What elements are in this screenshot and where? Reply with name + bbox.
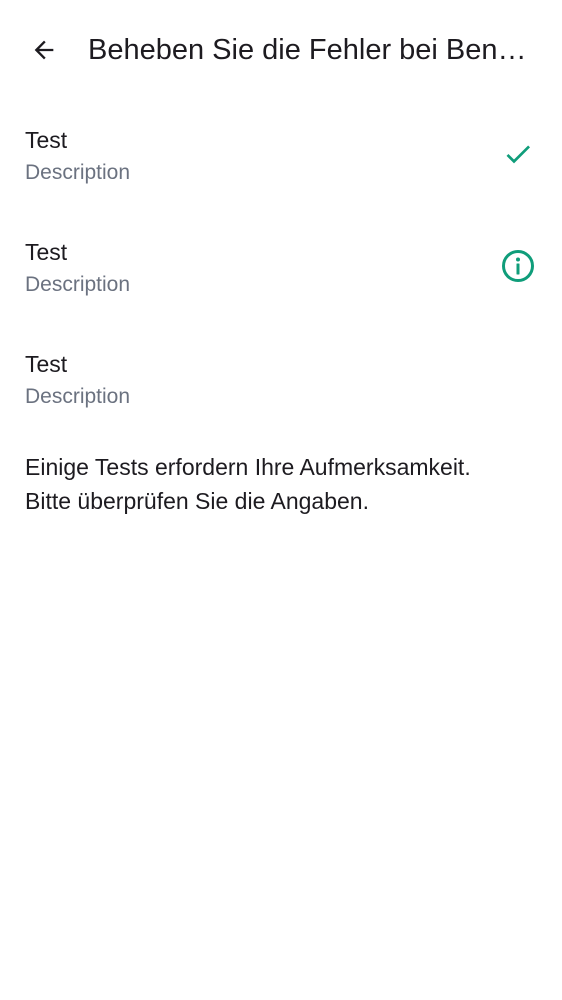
test-status-attention: [500, 248, 536, 284]
test-item-title: Test: [25, 127, 68, 153]
attention-message-line: Bitte überprüfen Sie die Angaben.: [25, 488, 369, 514]
test-item-description: Description: [25, 273, 131, 296]
test-item-title: Test: [25, 351, 68, 377]
arrow-back-icon: [34, 40, 54, 60]
info-icon: [502, 250, 534, 282]
test-item-title: Test: [25, 239, 68, 265]
test-item[interactable]: Test Description: [0, 324, 562, 436]
test-list: Test Description Test Description Test D…: [0, 100, 562, 436]
test-item[interactable]: Test Description: [0, 100, 562, 212]
test-item-description: Description: [25, 161, 131, 184]
attention-message: Einige Tests erfordern Ihre Aufmerksamke…: [25, 450, 545, 518]
top-app-bar: Beheben Sie die Fehler bei Ben…: [0, 0, 562, 100]
test-item-description: Description: [25, 385, 131, 408]
check-icon: [506, 145, 530, 164]
attention-message-line: Einige Tests erfordern Ihre Aufmerksamke…: [25, 454, 471, 480]
test-status-passed: [500, 136, 536, 172]
page-title: Beheben Sie die Fehler bei Ben…: [88, 34, 527, 66]
test-item[interactable]: Test Description: [0, 212, 562, 324]
back-button[interactable]: [24, 30, 64, 70]
